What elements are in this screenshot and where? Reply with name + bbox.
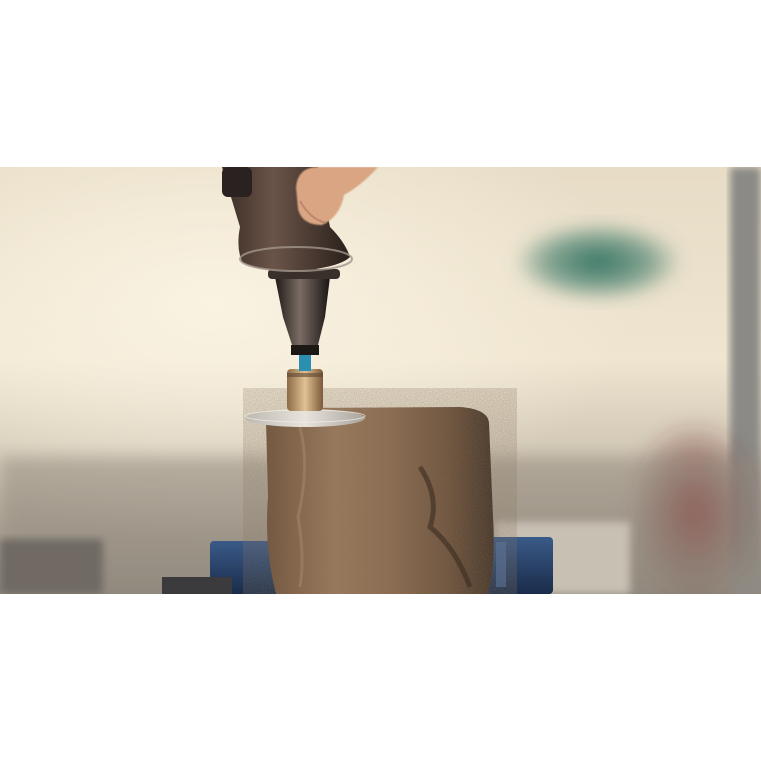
collet-tip	[291, 345, 319, 355]
mandrel-groove	[287, 373, 323, 377]
vise-highlight	[496, 542, 506, 587]
vise-base-left	[162, 577, 232, 594]
left-object-blur	[0, 539, 103, 594]
shaft-blue-tip	[299, 353, 311, 371]
vise-jaw-right	[485, 537, 553, 594]
photo	[0, 167, 761, 594]
photo-scene	[0, 167, 761, 594]
tool-switch	[222, 167, 252, 197]
page: { "image": { "scene": "rotary-tool-cutti…	[0, 0, 761, 761]
teal-blur-shape	[513, 222, 683, 302]
